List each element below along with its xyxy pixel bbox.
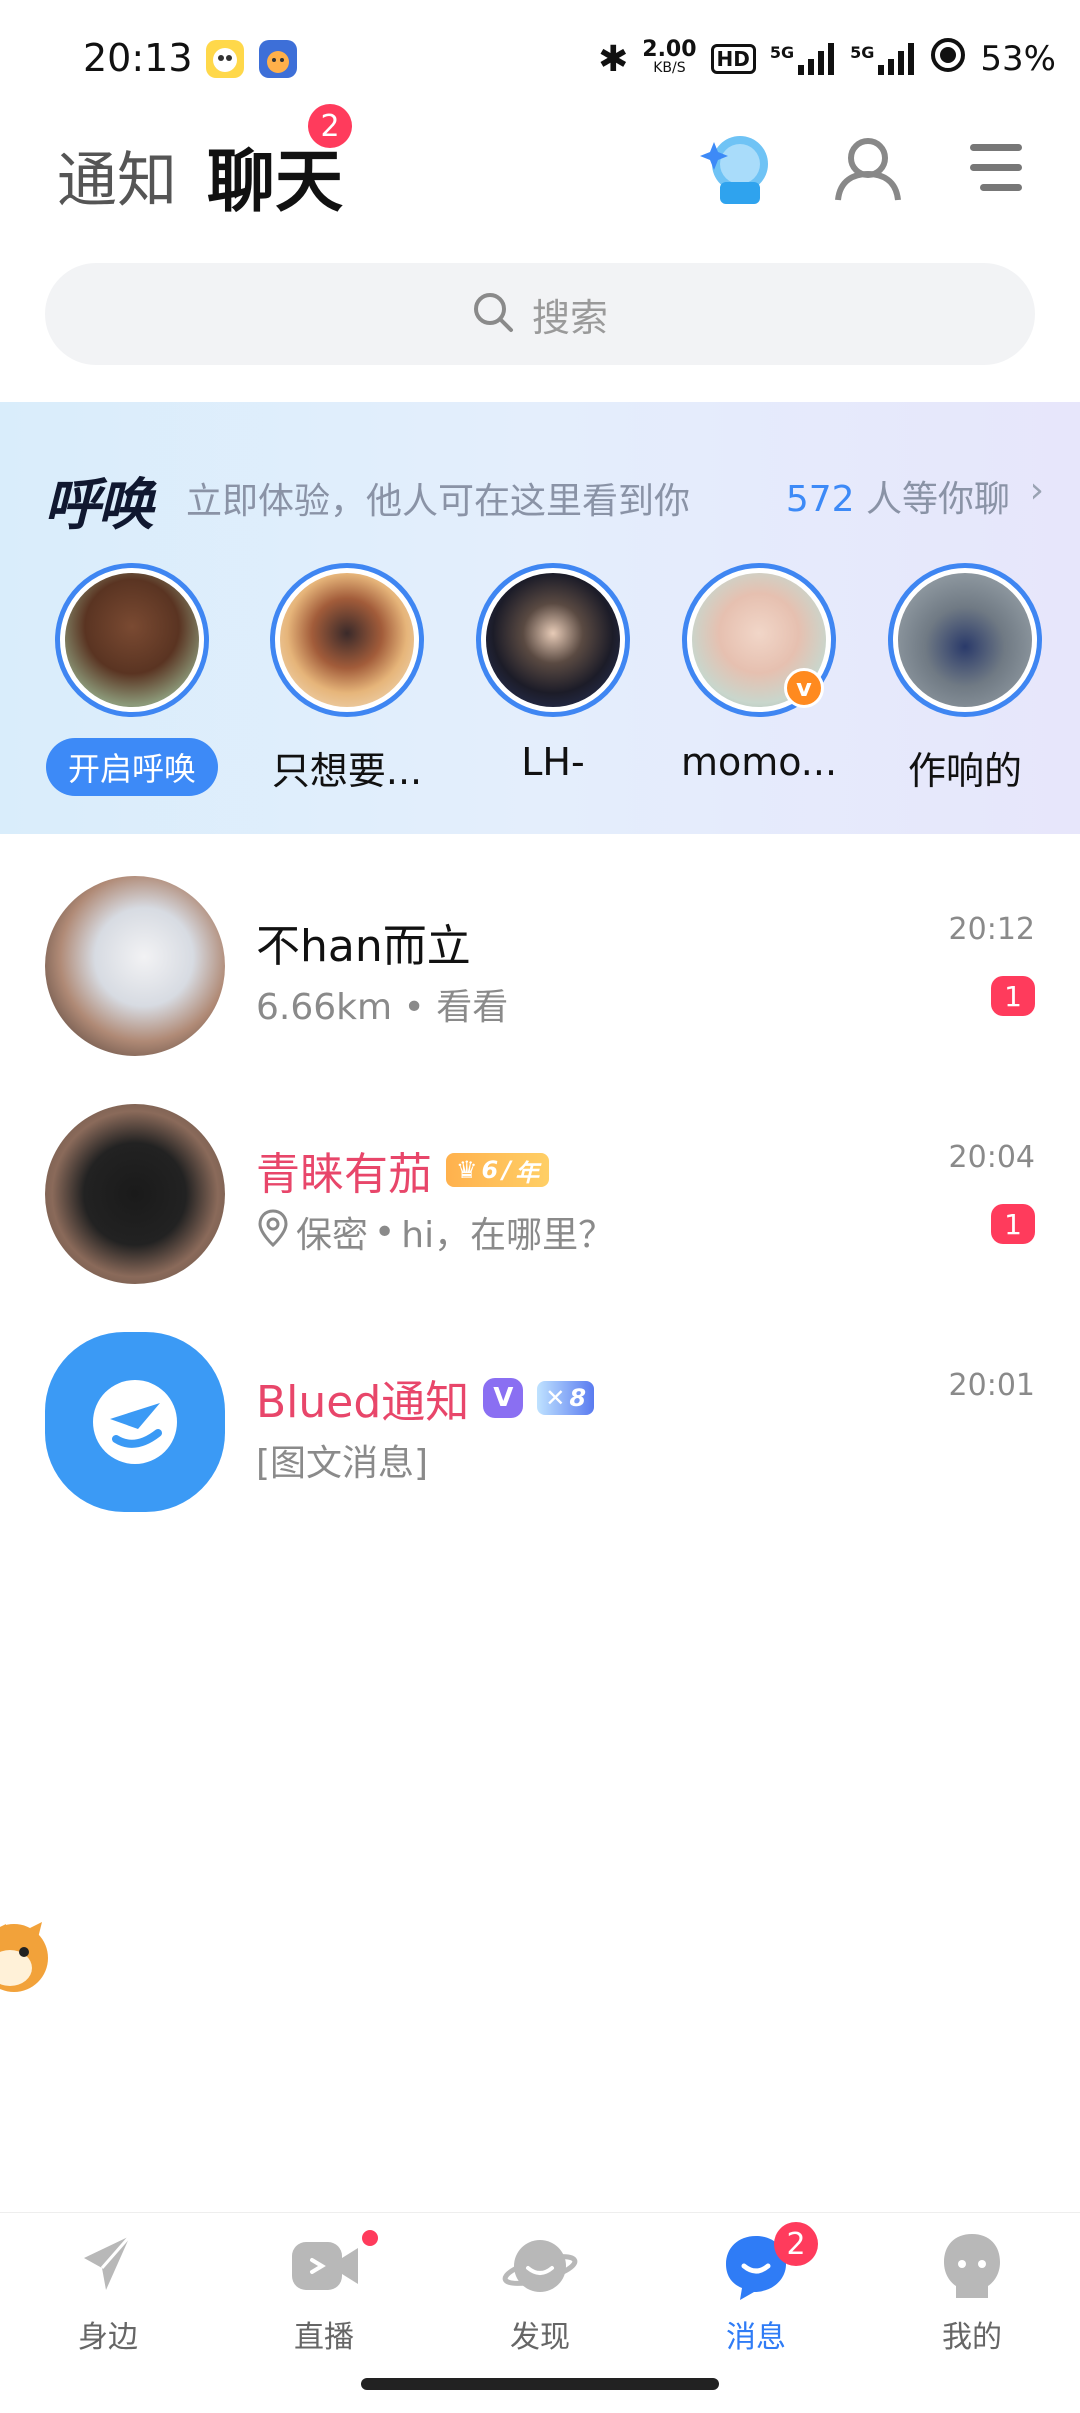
contact-name: 青睐有茄 ♛ 6 / 年: [256, 1138, 549, 1202]
contacts-icon[interactable]: [828, 128, 908, 208]
verified-icon: V: [483, 1378, 524, 1418]
message-preview: [图文消息]: [256, 1443, 429, 1484]
live-notification-dot: [362, 2230, 378, 2246]
signal-icon-1: 5G: [770, 43, 836, 75]
message-time: 20:12: [948, 912, 1035, 947]
location-pin-icon: [256, 1208, 290, 1257]
paper-plane-icon: [70, 2228, 146, 2304]
notification-app-icon-2: [259, 40, 297, 78]
tab-notifications[interactable]: 通知: [57, 132, 177, 219]
contact-name: Blued通知 V ✕ 8: [256, 1366, 595, 1430]
story-avatar[interactable]: [270, 563, 424, 717]
hd-icon: HD: [710, 44, 756, 74]
unread-badge: 1: [991, 1204, 1035, 1244]
chevron-right-icon[interactable]: ›: [1030, 470, 1044, 511]
home-indicator[interactable]: [361, 2378, 719, 2390]
video-camera-icon: [286, 2228, 362, 2304]
floating-mascot-icon[interactable]: [0, 1918, 48, 1998]
avatar[interactable]: [45, 876, 225, 1056]
vip-year-badge: ♛ 6 / 年: [446, 1153, 549, 1187]
open-call-button[interactable]: 开启呼唤: [46, 738, 218, 796]
bluetooth-icon: ✱: [598, 38, 629, 80]
blued-logo-avatar[interactable]: [45, 1332, 225, 1512]
battery-percent: 53%: [980, 39, 1056, 79]
call-description: 立即体验，他人可在这里看到你: [186, 481, 691, 522]
signal-icon-2: 5G: [850, 43, 916, 75]
verified-badge-icon: v: [784, 668, 824, 708]
contact-name: 不han而立: [256, 921, 471, 972]
nav-messages[interactable]: 消息: [648, 2228, 864, 2358]
sparkle-assistant-icon[interactable]: [696, 128, 776, 208]
waiting-count[interactable]: 572 人等你聊: [786, 470, 1010, 522]
story-label: 只想要...: [271, 749, 423, 793]
network-speed: 2.00 KB/S: [642, 37, 697, 77]
story-avatar[interactable]: [888, 563, 1042, 717]
avatar[interactable]: [45, 1104, 225, 1284]
level-badge: ✕ 8: [537, 1381, 595, 1415]
menu-icon[interactable]: [956, 128, 1036, 208]
search-bar[interactable]: 搜索: [45, 263, 1035, 365]
messages-unread-badge: 2: [774, 2222, 818, 2266]
message-preview: 保密 • hi，在哪里？: [256, 1206, 614, 1258]
profile-face-icon: [934, 2228, 1010, 2304]
story-label: 作响的: [907, 749, 1022, 793]
status-time: 20:13: [83, 36, 193, 80]
search-placeholder: 搜索: [531, 295, 608, 340]
status-bar: 20:13 ✱ 2.00 KB/S HD 5G 5G 53%: [0, 0, 1080, 110]
vip-crown-icon: ♛: [456, 1156, 478, 1184]
story-avatar[interactable]: [476, 563, 630, 717]
chat-unread-badge: 2: [308, 104, 352, 148]
story-label: momo...: [680, 740, 838, 784]
nav-nearby[interactable]: 身边: [0, 2228, 216, 2358]
status-indicators: ✱ 2.00 KB/S HD 5G 5G 53%: [598, 36, 1056, 82]
nav-discover[interactable]: 发现: [432, 2228, 648, 2358]
call-logo: 呼唤: [44, 473, 154, 538]
planet-icon: [502, 2228, 578, 2304]
unread-badge: 1: [991, 976, 1035, 1016]
message-time: 20:01: [948, 1368, 1035, 1403]
story-avatar-self[interactable]: [55, 563, 209, 717]
message-time: 20:04: [948, 1140, 1035, 1175]
search-icon: [472, 291, 514, 337]
nav-live[interactable]: 直播: [216, 2228, 432, 2358]
notification-app-icon-1: [206, 40, 244, 78]
nav-me[interactable]: 我的: [864, 2228, 1080, 2358]
message-preview: 6.66km • 看看: [256, 987, 509, 1028]
story-label: LH-: [521, 740, 585, 784]
battery-icon: [930, 37, 966, 82]
